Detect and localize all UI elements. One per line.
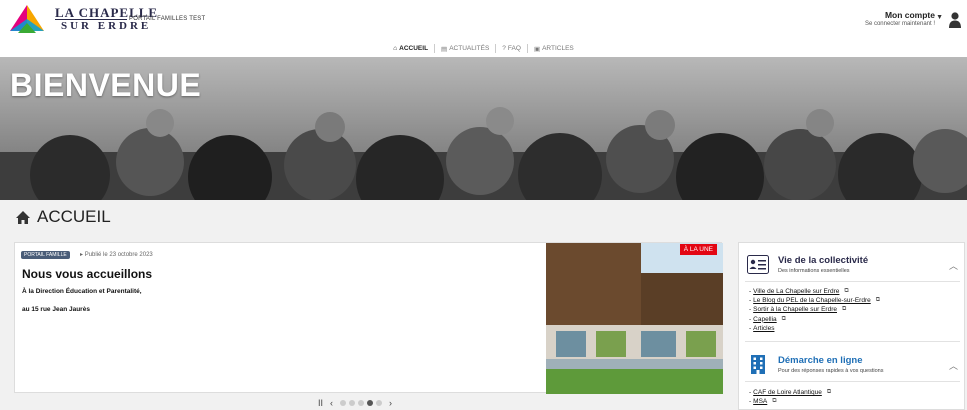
block-subtitle: Pour des réponses rapides à vos question… <box>778 368 884 374</box>
link-item: - Sortir à la Chapelle sur Erdre ⧉ <box>749 305 847 314</box>
building-photo <box>546 243 723 394</box>
carousel-dot[interactable] <box>340 400 347 406</box>
external-link-icon: ⧉ <box>772 398 777 405</box>
account-subtitle: Se connecter maintenant ! <box>864 21 935 27</box>
top-bar: LA CHAPELLE SUR ERDRE PORTAIL FAMILLES T… <box>0 0 967 40</box>
link-articles[interactable]: Articles <box>753 324 774 333</box>
portal-tagline: PORTAIL FAMILLES TEST <box>129 16 206 22</box>
link-item: - Le Blog du PEL de la Chapelle-sur-Erdr… <box>749 296 881 305</box>
link-item: - CAF de Loire Atlantique ⧉ <box>749 388 832 397</box>
nav-item-accueil[interactable]: ⌂ ACCUEIL <box>387 45 434 52</box>
chevron-right-icon[interactable]: › <box>389 398 392 408</box>
link-ville[interactable]: Ville de La Chapelle sur Erdre <box>753 287 839 296</box>
user-icon[interactable] <box>949 12 961 28</box>
hero-banner: BIENVENUE <box>0 57 967 200</box>
chevron-up-icon[interactable]: ︿ <box>949 359 958 372</box>
building-icon <box>751 355 765 374</box>
block-subtitle: Des informations essentielles <box>778 268 850 274</box>
sidebar: Vie de la collectivité Des informations … <box>738 242 965 410</box>
divider <box>745 381 960 382</box>
link-item: - MSA ⧉ <box>749 397 777 406</box>
account-title: Mon compte <box>884 10 935 20</box>
link-item: - Ville de La Chapelle sur Erdre ⧉ <box>749 287 849 296</box>
page-title-text: ACCUEIL <box>37 207 111 226</box>
home-icon: ⌂ <box>393 45 398 52</box>
chevron-down-icon[interactable]: ▼ <box>936 14 943 21</box>
publish-date-text: Publié le 23 octobre 2023 <box>84 252 153 258</box>
carousel-dot[interactable] <box>349 400 356 406</box>
external-link-icon: ⧉ <box>875 297 881 304</box>
pause-icon[interactable]: II <box>318 398 323 408</box>
link-sortir[interactable]: Sortir à la Chapelle sur Erdre <box>753 305 837 314</box>
link-caf[interactable]: CAF de Loire Atlantique <box>753 388 822 397</box>
nav-label: ACCUEIL <box>399 45 429 52</box>
link-item: - Articles <box>749 324 775 333</box>
external-link-icon: ⧉ <box>844 288 849 294</box>
news-title[interactable]: Nous vous accueillons <box>22 267 152 281</box>
link-blog-pel[interactable]: Le Blog du PEL de la Chapelle-sur-Erdre <box>753 296 871 305</box>
info-board-icon <box>747 255 769 274</box>
demarche-header[interactable]: Démarche en ligne Pour des réponses rapi… <box>739 347 966 385</box>
home-icon <box>16 210 30 224</box>
vie-links: - Ville de La Chapelle sur Erdre ⧉ - Le B… <box>749 287 880 333</box>
account-menu[interactable]: Mon compte Se connecter maintenant ! <box>865 10 935 27</box>
external-link-icon: ⧉ <box>781 315 786 322</box>
publish-date: ▸ Publié le 23 octobre 2023 <box>80 252 153 258</box>
link-capellia[interactable]: Capellia <box>753 315 777 324</box>
news-text-line: À la Direction Éducation et Parentalité, <box>22 288 142 295</box>
news-text-line: au 15 rue Jean Jaurès <box>22 306 90 313</box>
demarche-links: - CAF de Loire Atlantique ⧉ - MSA ⧉ <box>749 388 831 406</box>
block-title: Vie de la collectivité <box>778 255 869 266</box>
main-nav: ⌂ ACCUEIL ▤ ACTUALITÉS ? FAQ ▣ ARTICLES <box>0 40 967 57</box>
carousel-dots <box>340 400 383 406</box>
external-link-icon: ⧉ <box>842 306 847 313</box>
divider <box>745 281 960 282</box>
carousel-dot[interactable] <box>358 400 365 406</box>
carousel-controls: II ‹ › <box>318 398 392 408</box>
nav-item-faq[interactable]: ? FAQ <box>496 45 527 52</box>
news-card[interactable]: PORTAIL FAMILLE ▸ Publié le 23 octobre 2… <box>14 242 723 394</box>
carousel-dot[interactable] <box>376 400 383 406</box>
help-icon: ? <box>502 45 506 52</box>
nav-label: FAQ <box>507 45 521 52</box>
city-logo[interactable] <box>8 3 46 35</box>
link-msa[interactable]: MSA <box>753 397 767 406</box>
vie-collectivite-header[interactable]: Vie de la collectivité Des informations … <box>739 247 966 285</box>
external-link-icon: ⧉ <box>826 389 832 395</box>
divider <box>745 341 960 342</box>
news-photo: À LA UNE <box>546 243 723 394</box>
category-badge: PORTAIL FAMILLE <box>21 251 70 259</box>
carousel-dot-active[interactable] <box>367 400 374 406</box>
nav-item-actualites[interactable]: ▤ ACTUALITÉS <box>435 45 495 53</box>
nav-label: ARTICLES <box>542 45 574 52</box>
chevron-up-icon[interactable]: ︿ <box>949 259 958 272</box>
link-item: - Capellia ⧉ <box>749 315 786 324</box>
block-title: Démarche en ligne <box>778 355 863 366</box>
article-icon: ▣ <box>533 45 541 53</box>
news-icon: ▤ <box>441 45 448 53</box>
chevron-left-icon[interactable]: ‹ <box>330 398 333 408</box>
page-title: ACCUEIL <box>16 207 111 227</box>
featured-badge: À LA UNE <box>679 244 717 255</box>
nav-label: ACTUALITÉS <box>449 45 490 52</box>
hero-title: BIENVENUE <box>10 67 202 103</box>
nav-item-articles[interactable]: ▣ ARTICLES <box>528 45 580 53</box>
